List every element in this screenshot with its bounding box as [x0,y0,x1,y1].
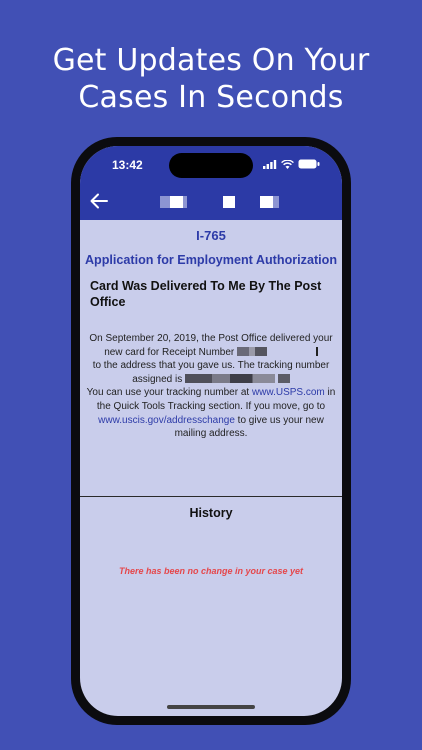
status-time: 13:42 [112,158,143,172]
redacted-tracking-number [185,373,276,383]
redacted-receipt-number [237,346,268,356]
usps-link[interactable]: www.USPS.com [252,387,325,398]
phone-screen: 13:42 I-765 Application for Employment A… [80,146,342,716]
redaction-block [260,196,273,208]
history-empty-message: There has been no change in your case ye… [118,566,304,576]
redacted-receipt-title [160,196,290,209]
case-status-description: On September 20, 2019, the Post Office d… [82,332,340,441]
application-name: Application for Employment Authorization [84,253,338,267]
address-change-link[interactable]: www.uscis.gov/addresschange [98,415,235,426]
redaction-mark [277,373,290,383]
desc-text-1: On September 20, 2019, the Post Office d… [89,333,333,358]
home-indicator[interactable] [167,705,255,709]
promo-line-2: Cases In Seconds [78,80,344,115]
form-type: I-765 [196,228,226,243]
arrow-left-icon[interactable] [90,193,108,209]
redaction-block [273,196,279,208]
battery-icon [298,159,320,169]
app-header: 13:42 [80,146,342,220]
dynamic-island [169,153,253,178]
case-status-title: Card Was Delivered To Me By The Post Off… [90,279,322,309]
wifi-icon [281,159,294,169]
redaction-block [183,196,187,208]
redaction-block [223,196,235,208]
promo-line-1: Get Updates On Your [52,43,370,78]
redaction-block [170,196,184,208]
history-title: History [189,506,233,520]
desc-text-3: You can use your tracking number at [86,387,250,399]
promo-headline: Get Updates On Your Cases In Seconds [0,42,422,116]
section-divider [80,496,342,497]
redaction-mark [315,346,318,356]
signal-icon [263,159,277,169]
status-icons [263,159,320,169]
